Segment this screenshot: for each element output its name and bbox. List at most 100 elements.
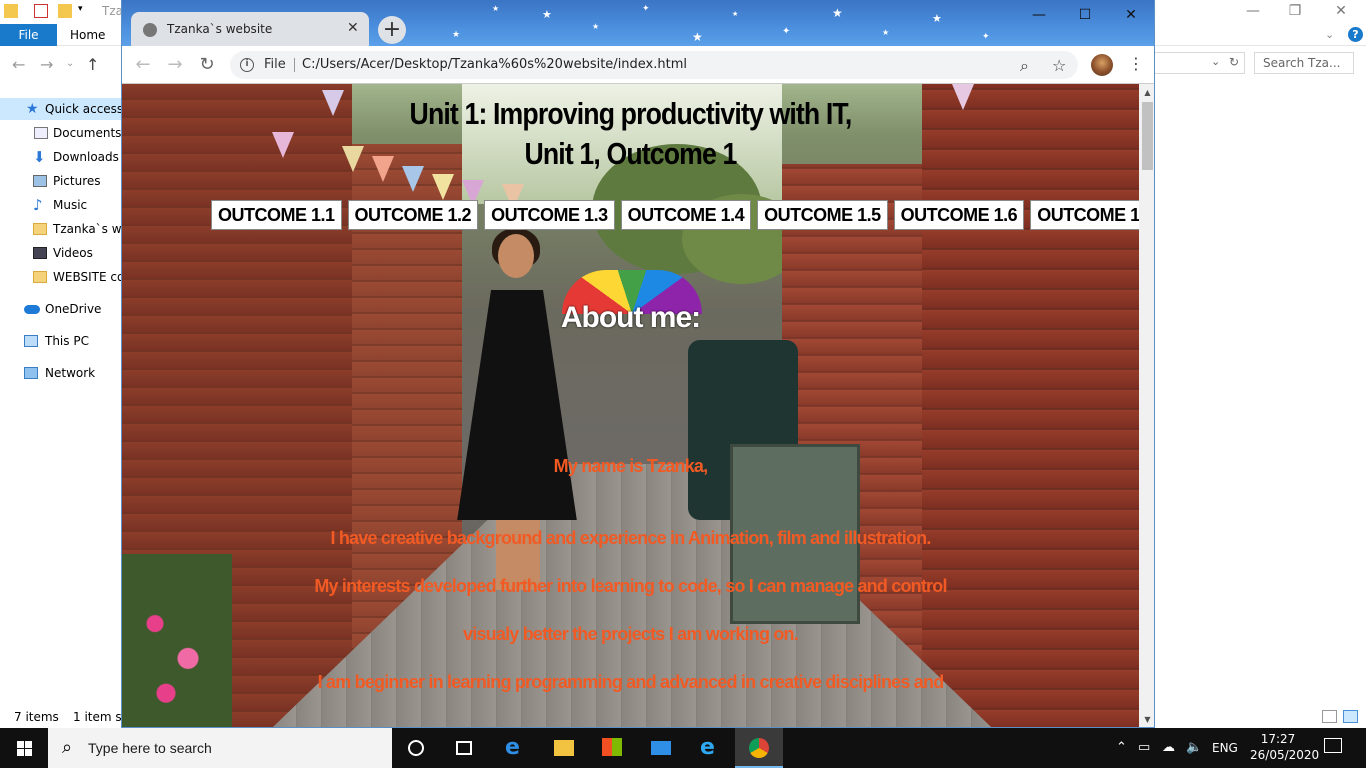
- start-button[interactable]: [0, 728, 48, 768]
- up-arrow-icon[interactable]: ↑: [86, 55, 99, 74]
- forward-arrow-icon[interactable]: →: [40, 55, 53, 74]
- battery-icon[interactable]: ▭: [1138, 740, 1150, 755]
- about-me-heading: About me:: [560, 301, 701, 334]
- scroll-down-icon[interactable]: ▼: [1139, 711, 1154, 727]
- system-clock[interactable]: 17:27 26/05/2020: [1250, 731, 1320, 763]
- sidebar-item-pictures[interactable]: Pictures: [0, 170, 122, 192]
- sidebar-item-music[interactable]: ♪ Music: [0, 194, 122, 216]
- task-view-icon: [456, 741, 472, 755]
- scrollbar-thumb[interactable]: [1142, 102, 1153, 170]
- taskbar-file-explorer[interactable]: [540, 728, 588, 768]
- page-scrollbar[interactable]: ▲ ▼: [1139, 84, 1154, 727]
- outcome-1-5-button[interactable]: OUTCOME 1.5: [757, 200, 888, 230]
- task-view-button[interactable]: [440, 728, 488, 768]
- outcome-1-4-button[interactable]: OUTCOME 1.4: [620, 200, 752, 230]
- notifications-icon[interactable]: [1324, 738, 1342, 753]
- taskbar-store[interactable]: [588, 728, 636, 768]
- clock-time: 17:27: [1260, 732, 1296, 746]
- file-tab[interactable]: File: [0, 24, 57, 46]
- star-decoration: ✦: [982, 32, 990, 42]
- folder-icon[interactable]: [4, 4, 18, 18]
- new-tab-button[interactable]: +: [378, 16, 406, 44]
- sidebar-item-quick-access[interactable]: ★ Quick access: [0, 98, 122, 120]
- help-icon[interactable]: ?: [1348, 27, 1363, 42]
- explorer-minimize-button[interactable]: —: [1230, 0, 1276, 24]
- music-icon: ♪: [33, 196, 43, 214]
- star-decoration: ★: [932, 12, 942, 25]
- show-hidden-icons-icon[interactable]: ⌃: [1116, 740, 1127, 755]
- page-viewport: Unit 1: Improving productivity with IT, …: [122, 84, 1139, 727]
- url-scheme: File: [264, 57, 286, 72]
- cortana-button[interactable]: [392, 728, 440, 768]
- expand-ribbon-icon[interactable]: ⌄: [1325, 28, 1334, 41]
- explorer-search-input[interactable]: Search Tza...: [1254, 52, 1354, 74]
- sidebar-item-documents[interactable]: Documents: [0, 122, 122, 144]
- explorer-close-button[interactable]: ✕: [1318, 0, 1364, 24]
- forward-arrow-icon[interactable]: →: [164, 54, 186, 76]
- zoom-icon[interactable]: ⌕: [1020, 56, 1029, 76]
- outcome-1-6-button[interactable]: OUTCOME 1.6: [893, 200, 1025, 230]
- sidebar-label: Downloads: [53, 150, 119, 164]
- sidebar-item-website-course[interactable]: WEBSITE cou: [0, 266, 122, 288]
- taskbar-search-box[interactable]: ⌕ Type here to search: [48, 728, 392, 768]
- sidebar-item-videos[interactable]: Videos: [0, 242, 122, 264]
- close-tab-icon[interactable]: ✕: [347, 20, 359, 36]
- large-icons-view-icon[interactable]: [1343, 710, 1358, 723]
- back-arrow-icon[interactable]: ←: [12, 55, 25, 74]
- menu-icon[interactable]: ⋮: [1128, 54, 1144, 74]
- outcome-1-1-button[interactable]: OUTCOME 1.1: [211, 200, 342, 230]
- sidebar-item-this-pc[interactable]: This PC: [0, 330, 122, 352]
- network-icon: [24, 367, 38, 379]
- refresh-icon[interactable]: ↻: [1229, 55, 1239, 69]
- scroll-up-icon[interactable]: ▲: [1139, 84, 1154, 101]
- back-arrow-icon[interactable]: ←: [132, 54, 154, 76]
- taskbar-internet-explorer[interactable]: e: [686, 728, 734, 768]
- sidebar-item-network[interactable]: Network: [0, 362, 122, 384]
- item-count: 7 items: [14, 710, 59, 724]
- divider: [294, 58, 295, 72]
- new-folder-icon[interactable]: [58, 4, 72, 18]
- windows-logo-icon: [17, 741, 32, 756]
- folder-icon: [33, 223, 47, 235]
- maximize-button[interactable]: ☐: [1062, 4, 1108, 26]
- network-status-icon[interactable]: ☁: [1162, 740, 1175, 755]
- explorer-restore-button[interactable]: ❐: [1272, 0, 1318, 24]
- home-tab[interactable]: Home: [70, 28, 105, 42]
- intro-name: My name is Tzanka,: [553, 456, 708, 476]
- sidebar-item-tzanka-web[interactable]: Tzanka`s web: [0, 218, 122, 240]
- outcome-1-3-button[interactable]: OUTCOME 1.3: [484, 200, 615, 230]
- profile-avatar[interactable]: [1091, 54, 1113, 76]
- taskbar-mail[interactable]: [637, 728, 685, 768]
- details-view-icon[interactable]: [1322, 710, 1337, 723]
- recent-chevron-icon[interactable]: ⌄: [66, 58, 74, 69]
- bookmark-star-icon[interactable]: ☆: [1052, 56, 1066, 75]
- customize-qat-icon[interactable]: ▾: [78, 4, 92, 18]
- language-indicator[interactable]: ENG: [1212, 741, 1238, 755]
- info-icon[interactable]: i: [240, 58, 254, 72]
- minimize-button[interactable]: —: [1016, 4, 1062, 26]
- address-bar[interactable]: i File C:/Users/Acer/Desktop/Tzanka%60s%…: [230, 51, 1078, 79]
- properties-icon[interactable]: [34, 4, 48, 18]
- reload-icon[interactable]: ↻: [196, 54, 218, 76]
- chevron-down-icon[interactable]: ⌄: [1211, 55, 1220, 68]
- star-decoration: ★: [882, 28, 890, 37]
- tab-tzanka-website[interactable]: Tzanka`s website ✕: [131, 12, 369, 46]
- star-decoration: ★: [492, 4, 500, 13]
- pc-icon: [24, 335, 38, 347]
- sidebar-item-onedrive[interactable]: OneDrive: [0, 298, 122, 320]
- folder-icon: [33, 271, 47, 283]
- taskbar-chrome[interactable]: [735, 728, 783, 768]
- volume-icon[interactable]: 🔈: [1186, 740, 1202, 755]
- page-content: Unit 1: Improving productivity with IT, …: [122, 84, 1139, 727]
- url-text[interactable]: C:/Users/Acer/Desktop/Tzanka%60s%20websi…: [302, 57, 687, 72]
- sidebar-item-downloads[interactable]: ⬇ Downloads: [0, 146, 122, 168]
- outcome-1-7-button[interactable]: OUTCOME 1.7: [1030, 200, 1139, 230]
- browser-toolbar: ← → ↻ i File C:/Users/Acer/Desktop/Tzank…: [122, 46, 1154, 84]
- globe-icon: [143, 23, 157, 37]
- outcome-1-2-button[interactable]: OUTCOME 1.2: [347, 200, 479, 230]
- close-button[interactable]: ✕: [1108, 4, 1154, 26]
- taskbar-edge[interactable]: e: [491, 728, 539, 768]
- address-dropdown[interactable]: ⌄ ↻: [1155, 52, 1245, 74]
- clock-date: 26/05/2020: [1250, 748, 1320, 762]
- chrome-icon: [749, 738, 769, 758]
